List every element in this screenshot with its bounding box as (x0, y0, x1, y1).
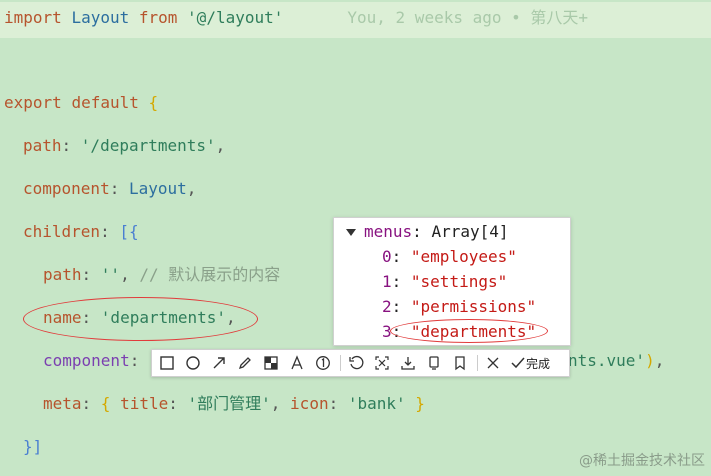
mosaic-icon[interactable] (260, 352, 282, 374)
code-line-inner-path: path: '', // 默认展示的内容 (43, 265, 281, 284)
watermark: @稀土掘金技术社区 (579, 453, 705, 469)
pin-icon[interactable] (423, 352, 445, 374)
expand-triangle-icon[interactable] (346, 229, 356, 236)
code-line-inner-component-tail: nts.vue'), (568, 351, 665, 370)
menus-item: 1: "settings" (382, 272, 508, 291)
screenshot-annotation-toolbar[interactable]: 完成 (151, 349, 570, 377)
checkmark-icon (511, 357, 525, 369)
menus-item: 0: "employees" (382, 247, 517, 266)
code-line-component: component: Layout, (23, 179, 197, 198)
download-icon[interactable] (397, 352, 419, 374)
code-line-path: path: '/departments', (23, 136, 226, 155)
close-icon[interactable] (482, 352, 504, 374)
code-line-inner-component: component: (43, 351, 140, 370)
code-line-meta: meta: { title: '部门管理', icon: 'bank' } (43, 394, 425, 413)
text-icon[interactable] (286, 352, 308, 374)
menus-array-header[interactable]: menus: Array[4] (346, 221, 509, 243)
toolbar-divider (477, 355, 478, 371)
code-line-children: children: [{ (23, 222, 139, 241)
undo-icon[interactable] (345, 352, 367, 374)
done-button[interactable]: 完成 (510, 355, 550, 372)
menus-item: 2: "permissions" (382, 297, 537, 316)
code-line-1: import Layout from '@/layout' You, 2 week… (4, 8, 589, 27)
arrow-icon[interactable] (208, 352, 230, 374)
bookmark-icon[interactable] (449, 352, 471, 374)
git-blame-annotation: You, 2 weeks ago • 第八天+ (347, 8, 589, 27)
code-line-children-close: }] (23, 437, 43, 456)
toolbar-divider (340, 355, 341, 371)
rectangle-icon[interactable] (156, 352, 178, 374)
code-line-export: export default { (4, 93, 159, 112)
pen-icon[interactable] (234, 352, 256, 374)
annotation-ellipse-name (23, 297, 258, 341)
done-label: 完成 (526, 356, 551, 371)
annotation-ellipse-departments (390, 319, 548, 343)
ellipse-icon[interactable] (182, 352, 204, 374)
crop-icon[interactable] (371, 352, 393, 374)
devtools-inspector-popup[interactable]: menus: Array[4] 0: "employees" 1: "setti… (333, 217, 571, 346)
number-icon[interactable] (312, 352, 334, 374)
